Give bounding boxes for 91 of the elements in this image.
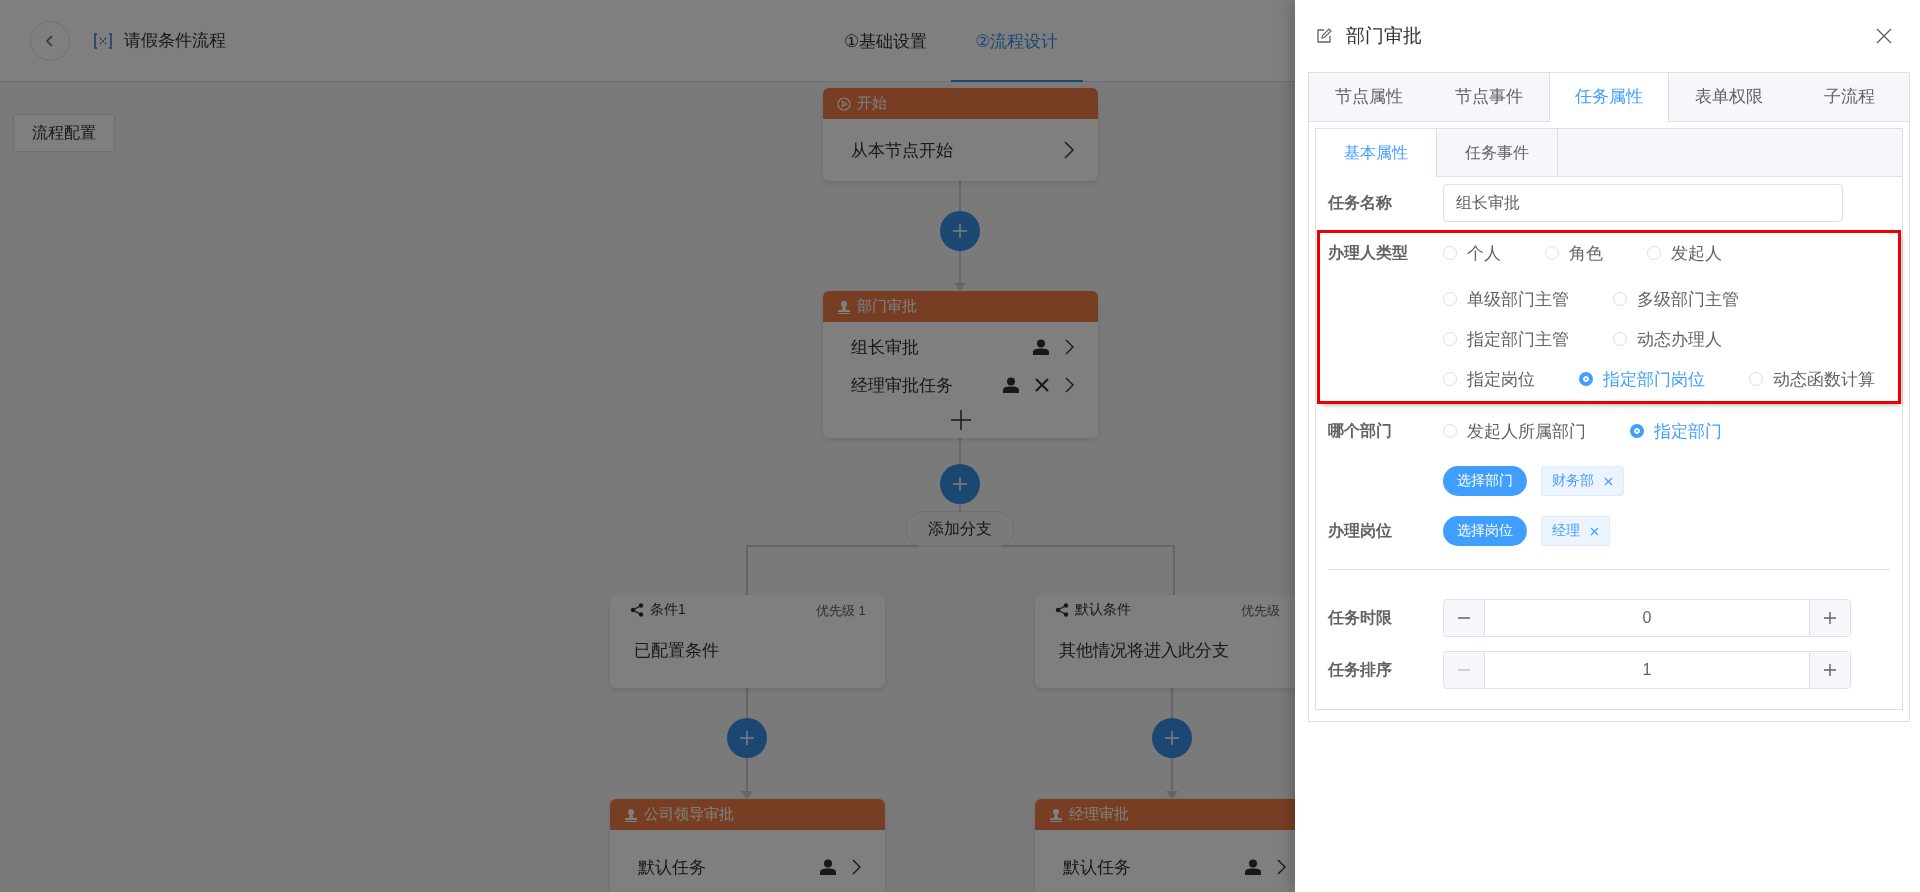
plus-icon [952, 223, 968, 239]
condition-card[interactable]: 条件1 优先级 1 已配置条件 [610, 595, 885, 688]
user-icon[interactable] [1033, 339, 1049, 355]
tab[interactable]: 子流程 [1789, 73, 1909, 121]
approval-node[interactable]: 部门审批 组长审批 经理审批任务 [823, 291, 1098, 438]
plus-icon [739, 730, 755, 746]
field-label: 任务时限 [1328, 607, 1393, 628]
task-name[interactable]: 默认任务 [1063, 855, 1229, 879]
edit-icon [1316, 28, 1332, 44]
close-icon[interactable] [1876, 28, 1892, 44]
page-title: 请假条件流程 [124, 30, 226, 52]
radio-option[interactable]: 发起人所属部门 [1443, 419, 1586, 443]
task-name[interactable]: 经理审批任务 [851, 373, 987, 397]
tab[interactable]: 表单权限 [1669, 73, 1789, 121]
start-node[interactable]: 开始 从本节点开始 [823, 88, 1098, 181]
flow-icon [94, 31, 112, 50]
add-node-button[interactable] [940, 464, 980, 504]
close-icon[interactable] [1604, 476, 1613, 486]
stamp-icon [837, 299, 851, 314]
stamp-icon [624, 807, 638, 822]
node-title: 公司领导审批 [644, 805, 734, 824]
remove-icon[interactable] [1035, 378, 1049, 392]
tab[interactable]: 节点事件 [1429, 73, 1549, 121]
user-icon[interactable] [1003, 377, 1019, 393]
radio-option[interactable]: 发起人 [1647, 239, 1722, 267]
tag: 经理 [1541, 516, 1610, 546]
flow-config-button[interactable]: 流程配置 [13, 114, 115, 152]
chevron-right-icon[interactable] [1065, 339, 1074, 355]
increase-button[interactable] [1809, 600, 1850, 636]
user-icon[interactable] [820, 859, 836, 875]
add-branch-button[interactable]: 添加分支 [905, 511, 1015, 547]
add-node-button[interactable] [1152, 718, 1192, 758]
close-icon[interactable] [1590, 526, 1599, 536]
tab[interactable]: 任务事件 [1437, 129, 1558, 177]
plus-icon [952, 476, 968, 492]
field-label: 办理岗位 [1328, 520, 1393, 541]
drawer-title: 部门审批 [1346, 24, 1422, 48]
field-label: 办理人类型 [1328, 243, 1409, 263]
radio-option[interactable]: 指定部门岗位 [1579, 359, 1705, 399]
radio-option[interactable]: 指定部门 [1630, 419, 1722, 443]
share-icon [630, 603, 644, 617]
chevron-right-icon[interactable] [1277, 859, 1286, 875]
condition-title: 默认条件 [1075, 601, 1131, 619]
condition-title: 条件1 [650, 601, 686, 619]
plus-icon [1823, 611, 1837, 625]
chevron-left-icon [45, 33, 55, 48]
radio-option[interactable]: 指定岗位 [1443, 359, 1535, 399]
node-text: 从本节点开始 [851, 139, 953, 162]
field-label: 任务名称 [1328, 192, 1393, 213]
priority-label: 优先级 1 [816, 602, 866, 620]
number-field[interactable]: 1 [1443, 651, 1851, 689]
chevron-right-icon[interactable] [852, 859, 861, 875]
add-node-button[interactable] [940, 211, 980, 251]
select-position-button[interactable]: 选择岗位 [1443, 516, 1527, 546]
add-task-icon[interactable] [950, 410, 971, 430]
task-name-field[interactable]: 组长审批 [1443, 184, 1843, 222]
radio-option[interactable]: 多级部门主管 [1613, 279, 1739, 319]
node-title: 经理审批 [1069, 805, 1129, 824]
play-icon [837, 96, 851, 111]
approval-node[interactable]: 公司领导审批 默认任务 [610, 799, 885, 892]
radio-option[interactable]: 单级部门主管 [1443, 279, 1569, 319]
node-title: 部门审批 [857, 297, 917, 316]
plus-icon [1164, 730, 1180, 746]
radio-option[interactable]: 动态函数计算 [1749, 359, 1875, 399]
condition-text: 已配置条件 [634, 640, 720, 662]
select-department-button[interactable]: 选择部门 [1443, 466, 1527, 496]
tag: 财务部 [1541, 466, 1624, 496]
node-title: 开始 [857, 94, 887, 113]
tab[interactable]: 节点属性 [1309, 73, 1429, 121]
tab[interactable]: 任务属性 [1549, 73, 1669, 122]
share-icon [1055, 603, 1069, 617]
stamp-icon [1049, 807, 1063, 822]
chevron-right-icon[interactable] [1064, 141, 1074, 159]
user-icon[interactable] [1245, 859, 1261, 875]
step-tab[interactable]: ①基础设置 [820, 0, 952, 82]
radio-option[interactable]: 动态办理人 [1613, 319, 1722, 359]
add-node-button[interactable] [727, 718, 767, 758]
number-field[interactable]: 0 [1443, 599, 1851, 637]
task-name[interactable]: 组长审批 [851, 335, 1017, 359]
plus-icon [1823, 663, 1837, 677]
radio-option[interactable]: 个人 [1443, 239, 1501, 267]
task-name[interactable]: 默认任务 [638, 855, 804, 879]
increase-button[interactable] [1809, 652, 1850, 688]
field-label: 任务排序 [1328, 659, 1393, 680]
priority-label: 优先级 [1241, 602, 1280, 620]
condition-text: 其他情况将进入此分支 [1059, 640, 1230, 662]
field-label: 哪个部门 [1328, 420, 1393, 441]
chevron-right-icon[interactable] [1065, 377, 1074, 393]
radio-option[interactable]: 角色 [1545, 239, 1603, 267]
step-tab[interactable]: ②流程设计 [951, 0, 1083, 82]
radio-option[interactable]: 指定部门主管 [1443, 319, 1569, 359]
